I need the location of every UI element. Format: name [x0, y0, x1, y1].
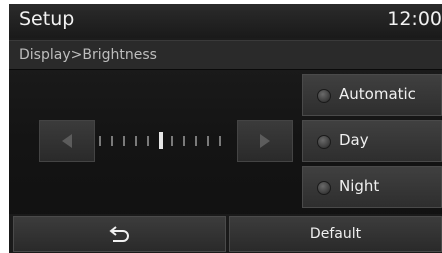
radio-icon — [317, 89, 331, 103]
brightness-decrease-button[interactable] — [39, 120, 95, 162]
brightness-tick — [195, 136, 197, 146]
brightness-tick — [111, 136, 113, 146]
option-label: Night — [339, 177, 380, 195]
setup-screen: Setup 12:00 Display>Brightness Automatic… — [9, 4, 442, 253]
brightness-tick — [99, 136, 101, 146]
brightness-tick — [219, 136, 221, 146]
breadcrumb: Display>Brightness — [19, 47, 157, 63]
default-button-label: Default — [309, 226, 362, 242]
page-title: Setup — [19, 8, 75, 30]
option-automatic[interactable]: Automatic — [302, 74, 442, 116]
radio-icon — [317, 181, 331, 195]
radio-icon — [317, 135, 331, 149]
arrow-left-icon — [62, 134, 72, 148]
option-label: Day — [339, 131, 369, 149]
brightness-thumb — [159, 132, 163, 149]
back-button[interactable] — [13, 216, 226, 252]
brightness-tick — [135, 136, 137, 146]
option-night[interactable]: Night — [302, 166, 442, 208]
brightness-tick — [123, 136, 125, 146]
breadcrumb-bar: Display>Brightness — [9, 40, 442, 70]
brightness-tick — [171, 136, 173, 146]
title-bar: Setup 12:00 — [9, 4, 442, 38]
bottom-bar: Default — [9, 214, 442, 253]
brightness-tick — [183, 136, 185, 146]
brightness-tick — [147, 136, 149, 146]
brightness-tick — [207, 136, 209, 146]
default-button[interactable]: Default — [229, 216, 442, 252]
option-day[interactable]: Day — [302, 120, 442, 162]
brightness-increase-button[interactable] — [237, 120, 293, 162]
clock: 12:00 — [387, 8, 442, 30]
option-label: Automatic — [339, 85, 416, 103]
brightness-slider[interactable] — [99, 131, 229, 151]
return-icon — [108, 226, 129, 242]
arrow-right-icon — [260, 134, 270, 148]
